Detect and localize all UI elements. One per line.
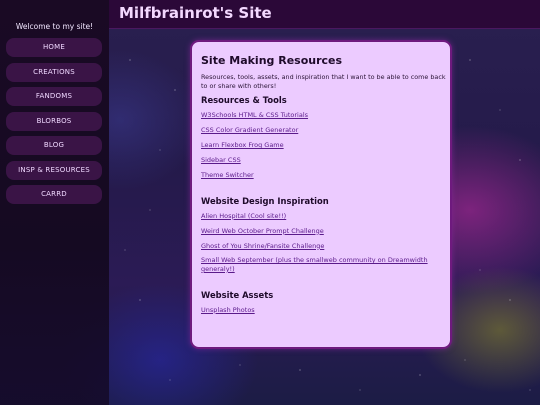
nav-item-carrd[interactable]: CARRD	[6, 185, 102, 204]
section-heading-resources-tools: Resources & Tools	[201, 95, 287, 106]
nav-item-blorbos[interactable]: BLORBOS	[6, 111, 102, 131]
link-flexbox-froggy[interactable]: Learn Flexbox Frog Game	[201, 141, 447, 149]
link-ghost-of-you[interactable]: Ghost of You Shrine/Fansite Challenge	[201, 242, 447, 250]
nav-item-insp-resources[interactable]: INSP & RESOURCES	[6, 160, 102, 180]
link-alien-hospital[interactable]: Alien Hospital (Cool site!!)	[201, 212, 447, 220]
nav-item-blog[interactable]: BLOG	[6, 136, 102, 155]
link-sidebar-css[interactable]: Sidebar CSS	[201, 156, 447, 164]
welcome-text: Welcome to my site!	[15, 22, 94, 31]
section-heading-design-inspiration: Website Design Inspiration	[201, 195, 329, 206]
nav-item-home[interactable]: HOME	[6, 38, 102, 57]
content-card-body: Site Making Resources Resources, tools, …	[201, 54, 447, 321]
sidebar-nav: HOME CREATIONS FANDOMS BLORBOS BLOG INSP…	[6, 38, 102, 210]
link-small-web-september[interactable]: Small Web September (plus the smallweb c…	[201, 256, 447, 273]
site-title: Milfbrainrot's Site	[119, 4, 272, 22]
page: Milfbrainrot's Site Welcome to my site! …	[0, 0, 540, 405]
nav-item-creations[interactable]: CREATIONS	[6, 62, 102, 82]
link-css-gradient-generator[interactable]: CSS Color Gradient Generator	[201, 126, 447, 134]
nav-item-fandoms[interactable]: FANDOMS	[6, 87, 102, 106]
link-theme-switcher[interactable]: Theme Switcher	[201, 171, 447, 179]
link-w3schools[interactable]: W3Schools HTML & CSS Tutorials	[201, 111, 447, 119]
site-header: Milfbrainrot's Site	[109, 0, 540, 29]
page-title: Site Making Resources	[201, 54, 343, 67]
sidebar: Welcome to my site! HOME CREATIONS FANDO…	[0, 0, 109, 405]
link-weird-web-october[interactable]: Weird Web October Prompt Challenge	[201, 227, 447, 235]
content-card: Site Making Resources Resources, tools, …	[190, 40, 452, 349]
section-heading-website-assets: Website Assets	[201, 289, 274, 300]
intro-text: Resources, tools, assets, and inspiratio…	[201, 73, 446, 90]
link-unsplash-photos[interactable]: Unsplash Photos	[201, 306, 447, 314]
